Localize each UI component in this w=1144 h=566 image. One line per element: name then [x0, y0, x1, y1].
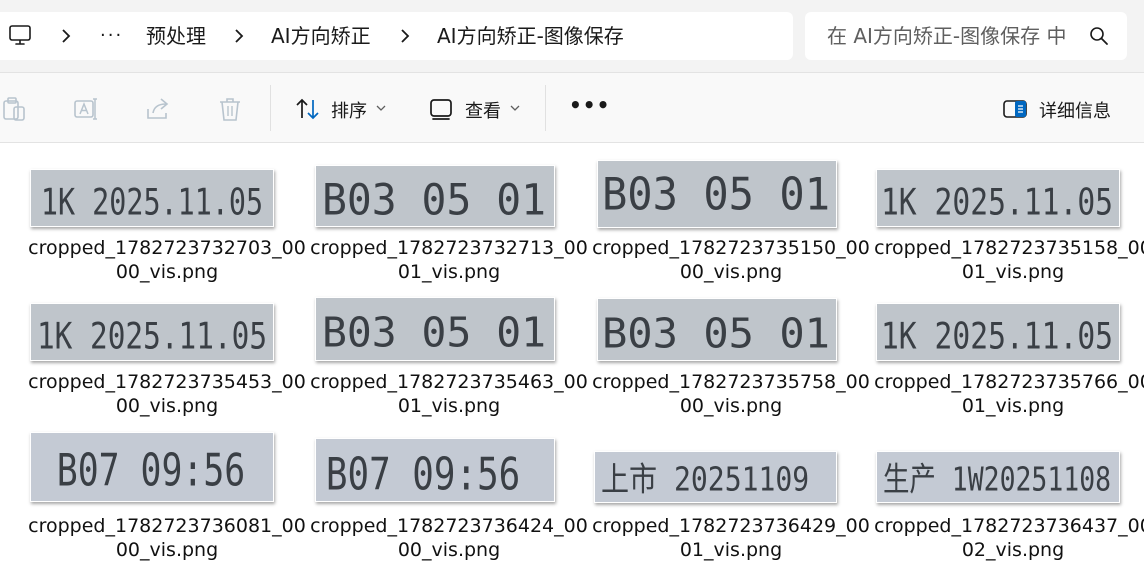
file-name: 01_vis.png	[397, 395, 501, 417]
file-name: 01_vis.png	[961, 395, 1065, 417]
sort-button[interactable]: 排序	[331, 97, 367, 123]
search-icon[interactable]	[1089, 26, 1109, 46]
breadcrumb-item-preprocess[interactable]: 预处理	[146, 12, 206, 60]
thumbnail-text: 1K 2025.11.05	[881, 314, 1113, 357]
file-name: 00_vis.png	[397, 539, 501, 561]
chevron-down-icon[interactable]	[510, 104, 520, 112]
file-name: cropped_1782723736437_00	[874, 515, 1144, 537]
file-thumbnail[interactable]: B03 05 01	[597, 298, 837, 361]
address-bar[interactable]: ··· 预处理 AI方向矫正 AI方向矫正-图像保存	[0, 12, 793, 60]
file-thumbnail[interactable]: 上市 20251109	[594, 451, 837, 503]
thumbnail-text: B03 05 01	[322, 176, 546, 225]
file-thumbnail[interactable]: B03 05 01	[315, 165, 555, 227]
file-thumbnail[interactable]: 1K 2025.11.05	[30, 303, 274, 361]
view-button[interactable]: 查看	[465, 97, 501, 123]
address-area: ··· 预处理 AI方向矫正 AI方向矫正-图像保存 在 AI方向矫正-图像保存…	[0, 0, 1144, 72]
file-name: 01_vis.png	[397, 261, 501, 283]
command-bar: 排序 查看 ••• 详细信息	[0, 73, 1144, 142]
thumbnail-text: 上市 20251109	[601, 460, 809, 498]
copy-icon[interactable]	[0, 95, 28, 123]
sort-icon[interactable]	[294, 95, 322, 123]
file-name: cropped_1782723735150_00	[592, 237, 870, 259]
file-thumbnail[interactable]: 生产 1W20251108	[876, 451, 1120, 503]
details-button[interactable]: 详细信息	[1039, 97, 1111, 123]
file-name: 01_vis.png	[679, 539, 783, 561]
thumbnail-text: 1K 2025.11.05	[881, 180, 1113, 223]
file-name: cropped_1782723735158_00	[874, 237, 1144, 259]
file-name: cropped_1782723735453_00	[28, 371, 306, 393]
chevron-down-icon[interactable]	[376, 104, 386, 112]
breadcrumb-overflow[interactable]: ···	[100, 12, 123, 60]
file-name: 02_vis.png	[961, 539, 1065, 561]
thumbnail-text: B03 05 01	[602, 168, 830, 220]
file-name: 00_vis.png	[115, 539, 219, 561]
file-name: 00_vis.png	[115, 395, 219, 417]
file-name: cropped_1782723735463_00	[310, 371, 588, 393]
file-name: 00_vis.png	[679, 395, 783, 417]
thumbnail-text: 生产 1W20251108	[883, 460, 1111, 498]
file-name: cropped_1782723736429_00	[592, 515, 870, 537]
more-options-button[interactable]: •••	[569, 93, 610, 117]
file-thumbnail[interactable]: B03 05 01	[315, 297, 555, 361]
file-thumbnail[interactable]: B07 09:56	[315, 438, 555, 502]
file-thumbnail[interactable]: 1K 2025.11.05	[876, 303, 1120, 361]
thumbnail-text: 1K 2025.11.05	[37, 314, 267, 357]
file-name: cropped_1782723732713_00	[310, 237, 588, 259]
file-name: 00_vis.png	[679, 261, 783, 283]
rename-icon[interactable]	[72, 95, 100, 123]
chevron-right-icon[interactable]	[230, 27, 248, 45]
toolbar-separator	[270, 85, 271, 131]
delete-icon[interactable]	[216, 95, 244, 123]
pc-icon[interactable]	[8, 23, 32, 47]
file-name: cropped_1782723735758_00	[592, 371, 870, 393]
search-input[interactable]: 在 AI方向矫正-图像保存 中搜索	[827, 12, 1067, 60]
file-name: cropped_1782723732703_00	[28, 237, 306, 259]
view-icon[interactable]	[428, 95, 456, 123]
file-name: 01_vis.png	[961, 261, 1065, 283]
chevron-right-icon[interactable]	[57, 27, 75, 45]
thumbnail-text: B03 05 01	[322, 309, 546, 356]
details-pane-icon[interactable]	[1001, 95, 1029, 123]
chevron-right-icon[interactable]	[396, 27, 414, 45]
file-grid: 1K 2025.11.05 cropped_1782723732703_00 0…	[0, 143, 1144, 566]
file-thumbnail[interactable]: 1K 2025.11.05	[876, 169, 1120, 227]
thumbnail-text: B07 09:56	[326, 448, 520, 500]
file-name: 00_vis.png	[115, 261, 219, 283]
share-icon[interactable]	[144, 95, 172, 123]
toolbar-separator	[545, 85, 546, 131]
file-thumbnail[interactable]: B03 05 01	[597, 160, 837, 228]
breadcrumb-item-ai-orientation[interactable]: AI方向矫正	[271, 12, 371, 60]
thumbnail-text: 1K 2025.11.05	[41, 180, 263, 223]
file-name: cropped_1782723736081_00	[28, 515, 306, 537]
breadcrumb-item-current[interactable]: AI方向矫正-图像保存	[437, 12, 624, 60]
file-thumbnail[interactable]: 1K 2025.11.05	[30, 169, 274, 227]
file-thumbnail[interactable]: B07 09:56	[30, 432, 274, 502]
thumbnail-text: B07 09:56	[57, 444, 245, 496]
search-box[interactable]: 在 AI方向矫正-图像保存 中搜索	[805, 12, 1127, 60]
thumbnail-text: B03 05 01	[602, 310, 830, 357]
file-name: cropped_1782723735766_00	[874, 371, 1144, 393]
file-name: cropped_1782723736424_00	[310, 515, 588, 537]
